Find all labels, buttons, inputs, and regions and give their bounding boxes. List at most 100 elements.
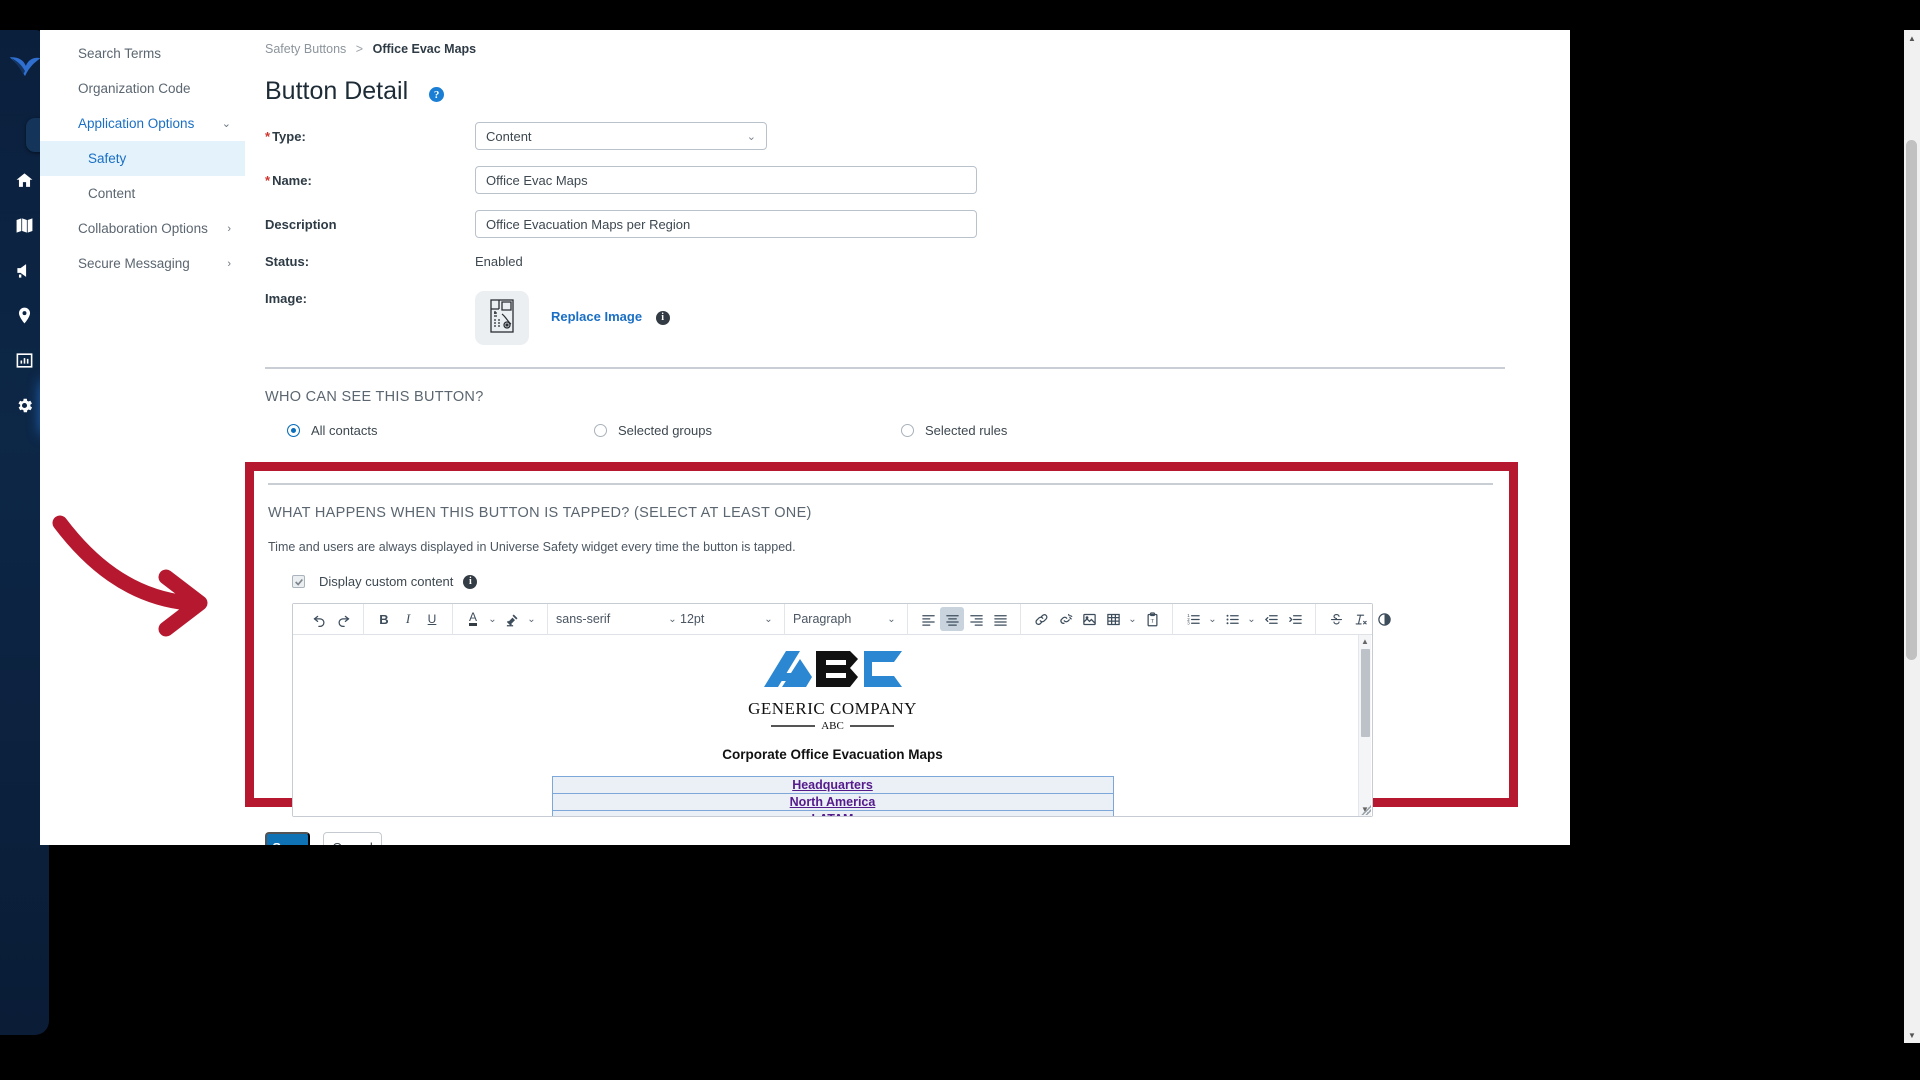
logo-rule-right <box>849 725 894 727</box>
radio-all-contacts[interactable]: All contacts <box>287 423 594 438</box>
editor-resize-handle[interactable] <box>1361 805 1371 815</box>
sidebar-item-content[interactable]: Content <box>40 176 245 211</box>
field-row-image: Image: Replace Image i <box>265 291 1550 345</box>
megaphone-icon <box>15 261 34 285</box>
radio-indicator <box>901 424 914 437</box>
highlighter-icon[interactable] <box>500 607 524 631</box>
replace-image-label: Replace Image <box>551 309 643 324</box>
rich-text-editor: B I U A ⌄ ⌄ sans-serif ⌄ 12pt ⌄ Paragrap… <box>292 603 1391 817</box>
strikethrough-icon[interactable] <box>1324 607 1348 631</box>
checkbox-indicator[interactable] <box>292 575 305 588</box>
table-row[interactable]: LATAM <box>551 810 1114 816</box>
underline-button[interactable]: U <box>420 607 444 631</box>
chevron-down-icon[interactable]: ⌄ <box>524 614 539 625</box>
clear-formatting-icon[interactable] <box>1348 607 1372 631</box>
info-icon[interactable]: i <box>655 310 670 325</box>
bold-button[interactable]: B <box>372 607 396 631</box>
editor-scrollbar[interactable]: ▲ ▼ <box>1358 635 1371 816</box>
bold-label: B <box>379 611 389 627</box>
replace-image-link[interactable]: Replace Image i <box>551 309 670 325</box>
table-link-north-america[interactable]: North America <box>790 795 876 809</box>
help-icon[interactable]: ? <box>429 87 445 102</box>
sidebar-item-safety[interactable]: Safety <box>40 141 250 176</box>
scroll-down-arrow-icon[interactable]: ▼ <box>1904 1027 1920 1043</box>
radio-selected-groups[interactable]: Selected groups <box>594 423 901 438</box>
visibility-radio-group: All contacts Selected groups Selected ru… <box>265 423 1550 438</box>
description-input[interactable]: Office Evacuation Maps per Region <box>475 210 977 238</box>
indent-icon[interactable] <box>1283 607 1307 631</box>
toolbar-group-block-format: Paragraph ⌄ <box>785 603 908 635</box>
table-icon[interactable] <box>1101 607 1125 631</box>
font-size-select[interactable]: 12pt ⌄ <box>680 607 776 631</box>
type-select[interactable]: Content ⌄ <box>475 122 767 150</box>
bulleted-list-icon[interactable] <box>1220 607 1244 631</box>
name-input[interactable]: Office Evac Maps <box>475 166 977 194</box>
underline-label: U <box>427 612 437 626</box>
floorplan-map-icon <box>489 298 515 339</box>
location-pin-icon <box>15 306 34 330</box>
align-right-icon[interactable] <box>964 607 988 631</box>
chevron-down-icon[interactable]: ⌄ <box>1244 614 1259 625</box>
font-family-select[interactable]: sans-serif ⌄ <box>556 607 680 631</box>
radio-selected-rules[interactable]: Selected rules <box>901 423 1208 438</box>
chevron-down-icon[interactable]: ⌄ <box>1205 614 1220 625</box>
editor-toolbar: B I U A ⌄ ⌄ sans-serif ⌄ 12pt ⌄ Paragrap… <box>293 603 1391 635</box>
chevron-down-icon: ⌄ <box>887 613 896 625</box>
chevron-down-icon[interactable]: ⌄ <box>485 614 500 625</box>
toolbar-group-insert: ⌄ T <box>1021 603 1173 635</box>
sidebar-item-organization-code[interactable]: Organization Code <box>40 71 245 106</box>
align-center-icon[interactable] <box>940 607 964 631</box>
display-custom-content-checkbox-row[interactable]: Display custom content i <box>268 574 1493 589</box>
table-row[interactable]: Headquarters <box>551 776 1114 794</box>
sidebar-label: Search Terms <box>78 46 162 61</box>
radio-indicator <box>594 424 607 437</box>
paste-as-text-icon[interactable]: T <box>1140 607 1164 631</box>
radio-label: All contacts <box>311 423 378 438</box>
sidebar-item-application-options[interactable]: Application Options ⌄ <box>40 106 245 141</box>
tapped-heading: WHAT HAPPENS WHEN THIS BUTTON IS TAPPED?… <box>268 505 812 521</box>
scroll-up-arrow-icon[interactable]: ▲ <box>1359 635 1371 648</box>
divider <box>265 367 1505 369</box>
image-icon[interactable] <box>1077 607 1101 631</box>
numbered-list-icon[interactable]: 123 <box>1181 607 1205 631</box>
undo-icon[interactable] <box>307 607 331 631</box>
outdent-icon[interactable] <box>1259 607 1283 631</box>
page-scrollbar[interactable]: ▲ ▼ <box>1904 30 1920 1043</box>
page-scrollbar-thumb[interactable] <box>1906 140 1917 660</box>
chevron-down-icon: ⌄ <box>764 613 773 625</box>
link-icon[interactable] <box>1029 607 1053 631</box>
editor-document: GENERIC COMPANY ABC Corporate Office Eva… <box>293 635 1372 816</box>
table-link-latam[interactable]: LATAM <box>812 812 854 816</box>
type-select-value: Content <box>486 128 532 144</box>
table-link-headquarters[interactable]: Headquarters <box>792 778 873 792</box>
toolbar-group-basic-format: B I U <box>364 603 453 635</box>
info-icon[interactable]: i <box>463 574 478 589</box>
contrast-icon[interactable] <box>1372 607 1396 631</box>
required-marker: * <box>265 172 271 188</box>
scrollbar-thumb[interactable] <box>1361 649 1370 737</box>
breadcrumb-root-link[interactable]: Safety Buttons <box>265 42 346 56</box>
editor-body[interactable]: GENERIC COMPANY ABC Corporate Office Eva… <box>293 635 1372 816</box>
scroll-up-arrow-icon[interactable]: ▲ <box>1904 30 1920 46</box>
divider <box>268 483 1493 485</box>
cancel-button[interactable]: Cancel <box>323 832 382 845</box>
align-left-icon[interactable] <box>916 607 940 631</box>
italic-button[interactable]: I <box>396 607 420 631</box>
text-color-icon[interactable]: A <box>461 607 485 631</box>
image-thumbnail[interactable] <box>475 291 529 345</box>
sidebar-item-secure-messaging[interactable]: Secure Messaging › <box>40 246 245 281</box>
save-button[interactable]: Save <box>265 832 310 845</box>
table-row[interactable]: North America <box>551 793 1114 811</box>
chevron-down-icon[interactable]: ⌄ <box>1125 614 1140 625</box>
redo-icon[interactable] <box>331 607 355 631</box>
radio-label: Selected rules <box>925 423 1008 438</box>
sidebar-item-collaboration-options[interactable]: Collaboration Options › <box>40 211 245 246</box>
logo-tagline-row: ABC <box>748 720 917 732</box>
checkbox-label: Display custom content <box>319 574 454 589</box>
sidebar-item-search-terms[interactable]: Search Terms <box>40 36 245 71</box>
logo-subtitle: GENERIC COMPANY <box>748 699 917 718</box>
align-justify-icon[interactable] <box>988 607 1012 631</box>
unlink-icon[interactable] <box>1053 607 1077 631</box>
block-format-select[interactable]: Paragraph ⌄ <box>793 607 899 631</box>
required-marker: * <box>265 128 271 144</box>
